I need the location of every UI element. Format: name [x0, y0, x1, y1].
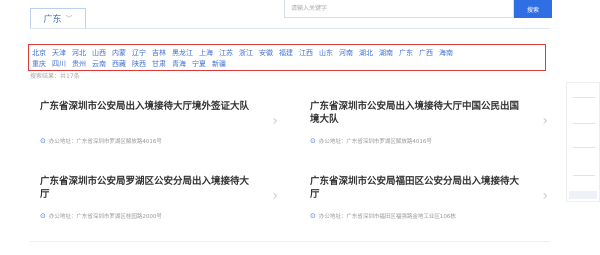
location-pin-icon: ⊙: [40, 212, 46, 220]
region-link[interactable]: 江苏: [219, 48, 233, 58]
chevron-right-icon: ›: [272, 113, 278, 129]
region-link[interactable]: 新疆: [212, 59, 226, 69]
office-address-text: 办公地址：广东省深圳市罗湖区解放路4016号: [48, 139, 162, 145]
region-link[interactable]: 重庆: [32, 59, 46, 69]
search-button[interactable]: 搜索: [514, 0, 552, 18]
side-panel: [566, 82, 600, 202]
region-link[interactable]: 广东: [399, 48, 413, 58]
region-link[interactable]: 宁夏: [192, 59, 206, 69]
region-link[interactable]: 黑龙江: [172, 48, 193, 58]
location-tab-label: 广东: [43, 15, 62, 25]
location-pin-icon: ⊙: [40, 137, 46, 145]
office-address-text: 办公地址：广东省深圳市罗湖区解放路4016号: [318, 139, 432, 145]
chevron-down-icon: ﹀: [65, 14, 73, 23]
region-link[interactable]: 辽宁: [132, 48, 146, 58]
office-title: 广东省深圳市公安局出入境接待大厅境外签证大队: [40, 101, 250, 112]
chevron-right-icon: ›: [272, 188, 278, 204]
search-input[interactable]: 请输入关键字: [284, 0, 514, 18]
side-panel-footer: [569, 191, 597, 199]
side-line: [573, 147, 595, 148]
chevron-right-icon: ›: [542, 113, 548, 129]
office-title: 广东省深圳市公安局出入境接待大厅中国公民出国境大队: [310, 101, 520, 125]
region-link[interactable]: 河南: [339, 48, 353, 58]
location-pin-icon: ⊙: [310, 212, 316, 220]
region-link[interactable]: 陕西: [132, 59, 146, 69]
region-link[interactable]: 福建: [279, 48, 293, 58]
region-row: 北京 天津 河北 山西 内蒙 辽宁 吉林 黑龙江 上海 江苏 浙江 安徽 福建 江西 山东 河南 湖北 湖南 广东广…: [32, 47, 542, 58]
region-link[interactable]: 贵州: [72, 59, 86, 69]
region-link[interactable]: 云南: [92, 59, 106, 69]
region-row: 重庆 四川 贵州 云南 西藏 陕西 甘肃 青海 宁夏 新疆: [32, 58, 542, 69]
region-link[interactable]: 北京: [32, 48, 46, 58]
region-link[interactable]: 青海: [172, 59, 186, 69]
region-filter: 北京 天津 河北 山西 内蒙 辽宁 吉林 黑龙江 上海 江苏 浙江 安徽 福建 江西 山东 河南 湖北 湖南 广东广…: [28, 44, 546, 71]
location-tab[interactable]: 广东 ﹀: [30, 8, 86, 28]
office-address: ⊙ 办公地址：广东省深圳市罗湖区解放路4016号: [40, 137, 162, 145]
side-line: [573, 97, 595, 98]
office-address: ⊙ 办公地址：广东省深圳市罗湖区解放路4016号: [310, 137, 432, 145]
chevron-right-icon: ›: [542, 188, 548, 204]
region-link[interactable]: 四川: [52, 59, 66, 69]
office-title: 广东省深圳市公安局罗湖区公安分局出入境接待大厅: [40, 176, 250, 200]
region-link[interactable]: 湖南: [379, 48, 393, 58]
region-link[interactable]: 甘肃: [152, 59, 166, 69]
side-line: [573, 123, 595, 124]
region-link[interactable]: 吉林: [152, 48, 166, 58]
list-divider: [30, 241, 550, 242]
side-line: [573, 175, 595, 176]
region-link[interactable]: 海南: [439, 48, 453, 58]
region-link[interactable]: 浙江: [239, 48, 253, 58]
tab-divider: [30, 28, 550, 29]
region-link[interactable]: 天津: [52, 48, 66, 58]
region-link[interactable]: 河北: [72, 48, 86, 58]
office-card[interactable]: 广东省深圳市公安局福田区公安分局出入境接待大厅 ⊙ 办公地址：广东省深圳市福田区…: [300, 163, 556, 226]
office-address-text: 办公地址：广东省深圳市罗湖区桂园路2000号: [48, 214, 162, 220]
office-card[interactable]: 广东省深圳市公安局出入境接待大厅境外签证大队 ⊙ 办公地址：广东省深圳市罗湖区解…: [30, 88, 286, 151]
region-link[interactable]: 上海: [199, 48, 213, 58]
office-title: 广东省深圳市公安局福田区公安分局出入境接待大厅: [310, 176, 520, 200]
region-link[interactable]: 广西: [419, 48, 433, 58]
region-link[interactable]: 江西: [299, 48, 313, 58]
region-link[interactable]: 安徽: [259, 48, 273, 58]
office-card[interactable]: 广东省深圳市公安局出入境接待大厅中国公民出国境大队 ⊙ 办公地址：广东省深圳市罗…: [300, 88, 556, 151]
region-link[interactable]: 西藏: [112, 59, 126, 69]
office-card[interactable]: 广东省深圳市公安局罗湖区公安分局出入境接待大厅 ⊙ 办公地址：广东省深圳市罗湖区…: [30, 163, 286, 226]
office-address-text: 办公地址：广东省深圳市福田区福强路金地工业区106栋: [318, 214, 456, 220]
office-address: ⊙ 办公地址：广东省深圳市福田区福强路金地工业区106栋: [310, 212, 456, 220]
region-link[interactable]: 山西: [92, 48, 106, 58]
region-link[interactable]: 湖北: [359, 48, 373, 58]
result-count: 搜索结果：共17条: [30, 73, 80, 80]
region-link[interactable]: 山东: [319, 48, 333, 58]
region-link[interactable]: 内蒙: [112, 48, 126, 58]
office-address: ⊙ 办公地址：广东省深圳市罗湖区桂园路2000号: [40, 212, 162, 220]
location-pin-icon: ⊙: [310, 137, 316, 145]
